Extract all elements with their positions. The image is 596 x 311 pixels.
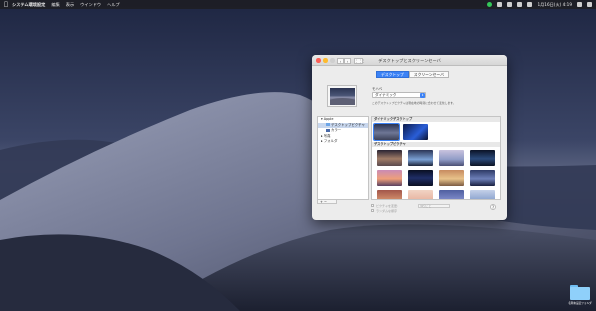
random-order-checkbox[interactable] [371,209,374,212]
folder-icon [570,285,590,300]
picture-thumbnail[interactable] [439,190,464,199]
chevron-down-icon: ⇕ [420,93,425,98]
bluetooth-icon[interactable] [507,2,513,7]
picture-thumbnail[interactable] [408,170,433,186]
picture-thumbnail[interactable] [408,150,433,166]
tab-screensaver[interactable]: スクリーンセーバ [408,71,449,78]
tab-bar: デスクトップ スクリーンセーバ [376,71,449,78]
folder-icon [326,123,330,126]
clock[interactable]: 1月16日(火) 4:19 [537,0,572,9]
search-icon[interactable] [577,2,582,7]
change-picture-label: ピクチャを変更: [376,203,398,208]
notification-center-icon[interactable] [587,2,592,7]
picture-thumbnail[interactable] [470,190,495,199]
picture-thumbnail[interactable] [377,150,402,166]
menu-view[interactable]: 表示 [66,0,74,9]
sidebar-group-folders[interactable]: ▸ フォルダ [318,139,368,145]
picture-thumbnail[interactable] [408,190,433,199]
picture-thumbnail[interactable] [373,123,400,141]
current-picture-preview [327,85,357,107]
menu-help[interactable]: ヘルプ [107,0,120,9]
tab-desktop[interactable]: デスクトップ [376,71,409,78]
picture-thumbnail[interactable] [377,190,402,199]
picture-name-label: モハベ [372,87,383,91]
menu-bar:  システム環境設定 編集 表示 ウインドウ ヘルプ 1月16日(火) 4:19 [0,0,596,9]
picture-thumbnail[interactable] [439,150,464,166]
preview-image [329,87,355,105]
picture-thumbnail[interactable] [470,150,495,166]
preferences-window: ‹ › ⋮⋮⋮ デスクトップとスクリーンセーバ デスクトップ スクリーンセーバ … [312,55,507,220]
change-interval-select[interactable]: 30分ごと [417,203,450,208]
picture-thumbnail[interactable] [439,170,464,186]
notes-icon[interactable] [497,2,503,7]
window-title: デスクトップとスクリーンセーバ [378,58,441,63]
mode-select[interactable]: ダイナミック ⇕ [372,92,426,98]
folder-icon [326,128,330,132]
help-button[interactable]: ? [490,204,496,210]
title-bar[interactable]: ‹ › ⋮⋮⋮ デスクトップとスクリーンセーバ [312,55,507,66]
picture-browser: ダイナミックデスクトップ デスクトップピクチャ [371,116,501,200]
picture-thumbnail[interactable] [403,124,428,140]
change-options: ピクチャを変更: 30分ごと ランダムな順序 [371,203,450,213]
dynamic-desktop-row [372,122,500,142]
add-remove-buttons[interactable]: + − [317,199,337,204]
source-list: ▾ Apple デスクトップピクチャ カラー ▸ 写真 ▸ フォルダ [317,116,369,200]
picture-thumbnail[interactable] [470,170,495,186]
status-green-icon[interactable] [487,2,493,7]
apple-menu-icon[interactable]:  [0,0,12,9]
random-order-label: ランダムな順序 [376,208,398,213]
menu-window[interactable]: ウインドウ [80,0,101,9]
menu-extras: 1月16日(火) 4:19 [482,0,592,9]
mode-description: このデスクトップピクチャは現在地の時刻に合わせて変化します。 [372,101,456,105]
change-picture-checkbox[interactable] [371,204,374,207]
folder-label: 名称未設定フォルダ [568,302,592,305]
random-order-option: ランダムな順序 [371,208,450,213]
app-menu[interactable]: システム環境設定 [12,0,45,9]
desktop-pictures-grid [372,147,500,199]
menu-edit[interactable]: 編集 [51,0,59,9]
volume-icon[interactable] [527,2,533,7]
wifi-icon[interactable] [517,2,523,7]
mode-select-value: ダイナミック [375,93,397,97]
picture-thumbnail[interactable] [377,170,402,186]
desktop-folder[interactable]: 名称未設定フォルダ [568,285,592,305]
